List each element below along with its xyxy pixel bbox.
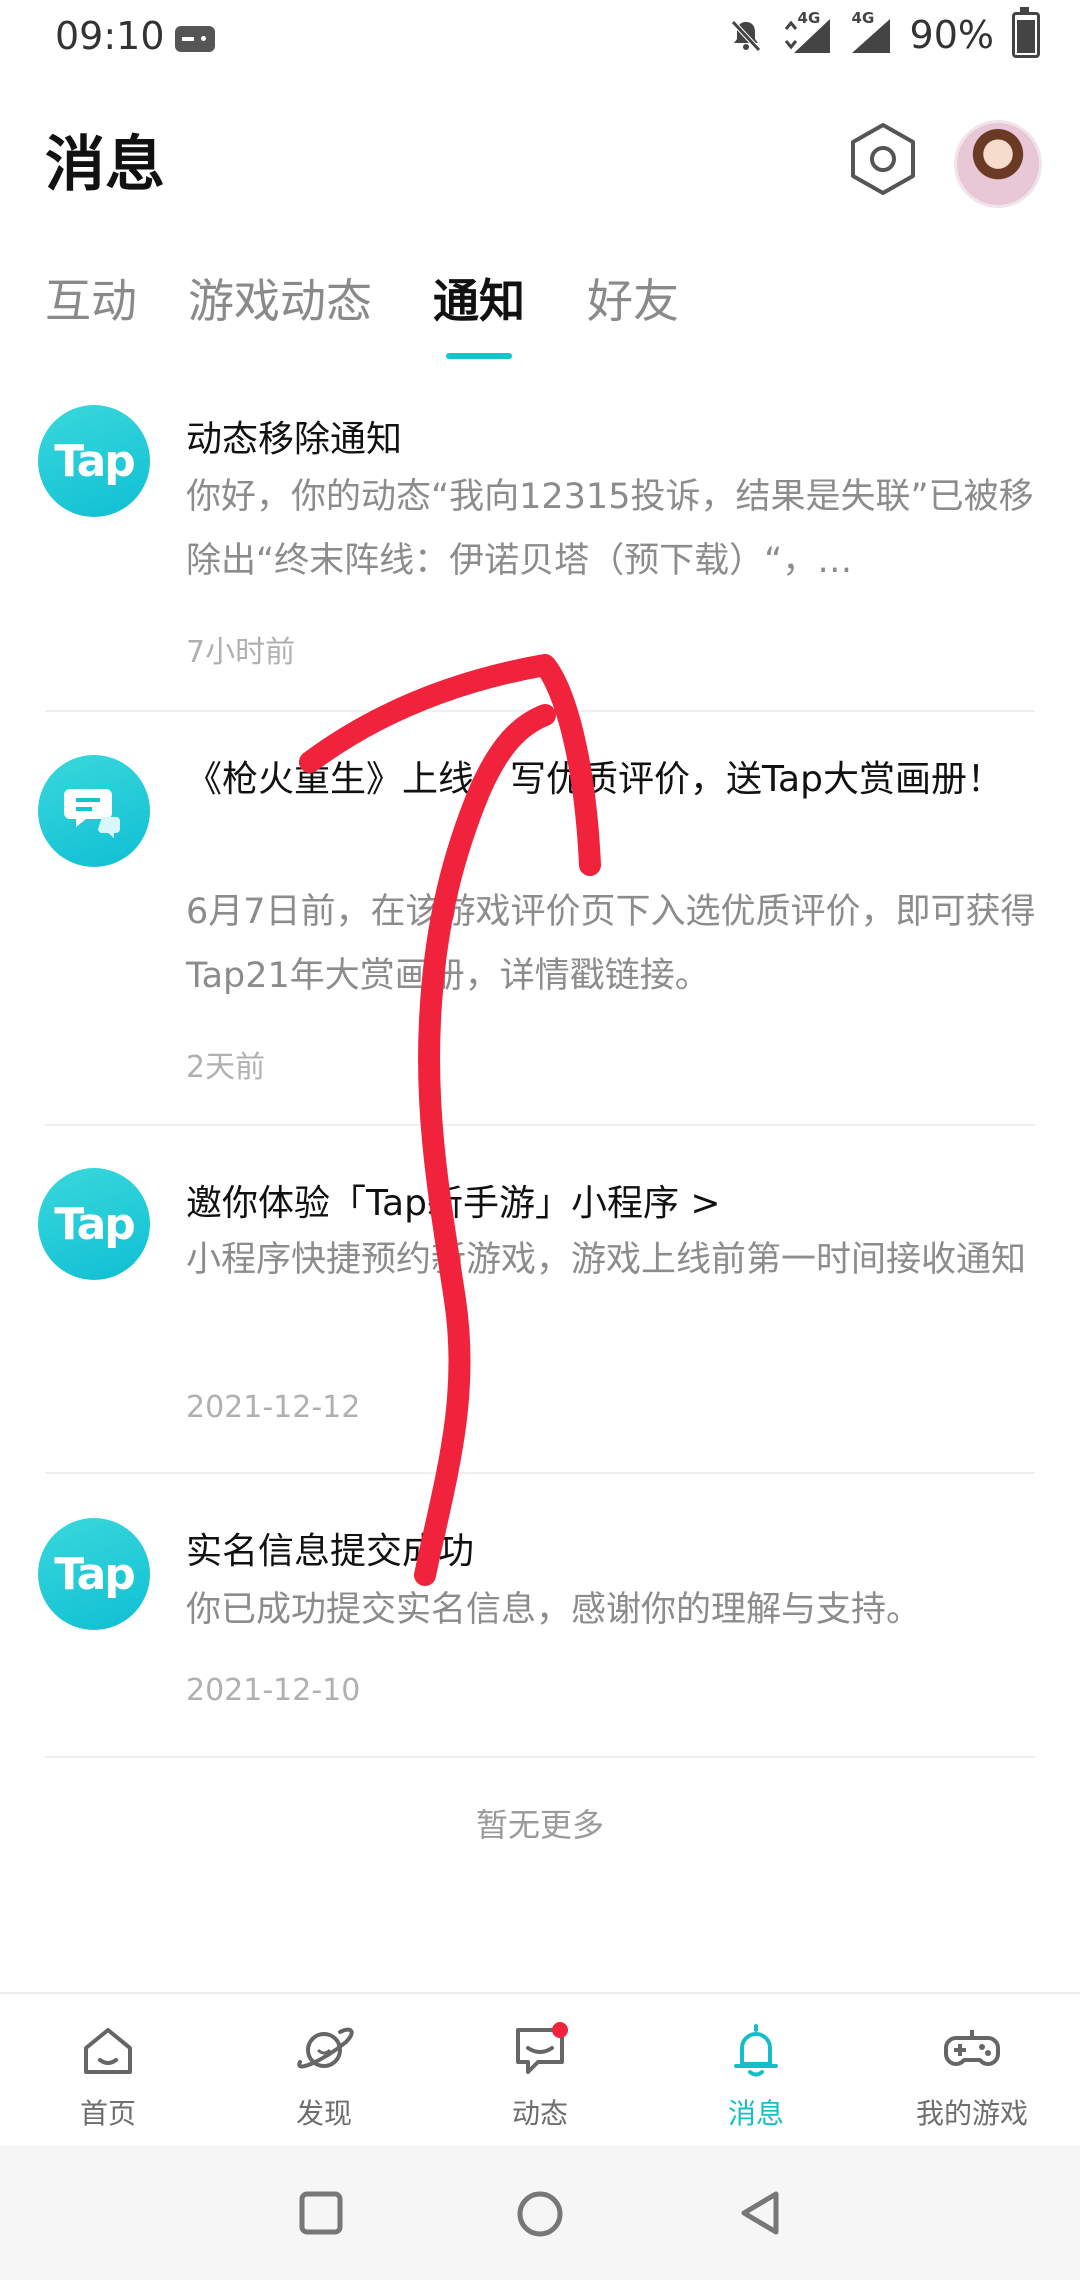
home-button[interactable] xyxy=(514,2188,566,2240)
nav-label: 消息 xyxy=(727,2097,784,2130)
divider xyxy=(45,710,1035,712)
network-type-1: 4G xyxy=(797,9,821,27)
avatar[interactable] xyxy=(954,120,1042,208)
notification-title: 动态移除通知 xyxy=(186,419,403,460)
network-type-2: 4G xyxy=(851,9,875,27)
page-title: 消息 xyxy=(45,130,165,200)
nav-feed[interactable]: 动态 xyxy=(432,1994,648,2146)
signal-icon-1: 4G xyxy=(782,9,832,55)
tab-interaction[interactable]: 互动 xyxy=(45,265,137,331)
bottom-nav: 首页 发现 动态 消息 我的游戏 xyxy=(0,1992,1080,2146)
home-icon xyxy=(84,2028,132,2074)
nav-label: 动态 xyxy=(511,2097,568,2130)
tab-friends[interactable]: 好友 xyxy=(587,265,679,331)
gamepad-status-icon xyxy=(175,26,215,52)
tab-game-news[interactable]: 游戏动态 xyxy=(188,265,372,331)
tap-logo-text: Tap xyxy=(54,1198,136,1250)
notification-time: 7小时前 xyxy=(186,635,296,670)
back-button[interactable] xyxy=(736,2188,786,2238)
recents-button[interactable] xyxy=(296,2188,346,2238)
header: 消息 xyxy=(0,110,1080,230)
tap-logo-icon: Tap xyxy=(38,1168,150,1280)
notification-time: 2021-12-10 xyxy=(186,1673,361,1708)
notification-title: 实名信息提交成功 xyxy=(186,1531,475,1572)
active-tab-indicator xyxy=(446,353,512,359)
tap-logo-icon: Tap xyxy=(38,405,150,517)
system-nav-bar xyxy=(0,2146,1080,2280)
nav-my-games[interactable]: 我的游戏 xyxy=(864,1994,1080,2146)
tap-logo-icon: Tap xyxy=(38,1518,150,1630)
divider xyxy=(45,1756,1035,1758)
settings-button[interactable] xyxy=(848,121,918,201)
notification-body: 6月7日前，在该游戏评价页下入选优质评价，即可获得Tap21年大赏画册，详情戳链… xyxy=(186,892,1036,996)
nav-messages[interactable]: 消息 xyxy=(648,1994,864,2146)
tap-logo-text: Tap xyxy=(54,1548,136,1600)
battery-icon xyxy=(1012,7,1040,58)
notification-title: 《枪火重生》上线，写优质评价，送Tap大赏画册！ xyxy=(186,759,1003,800)
notification-body: 小程序快捷预约新游戏，游戏上线前第一时间接收通知 xyxy=(186,1240,1027,1280)
nav-discover[interactable]: 发现 xyxy=(216,1994,432,2146)
nav-label: 首页 xyxy=(79,2097,136,2130)
gamepad-icon xyxy=(944,2030,1000,2066)
divider xyxy=(45,1124,1035,1126)
chat-bubble-icon xyxy=(38,755,150,867)
planet-icon xyxy=(297,2027,354,2069)
nav-home[interactable]: 首页 xyxy=(0,1994,216,2146)
status-bar: 09:10 4G 4G 90% xyxy=(0,0,1080,80)
nav-label: 发现 xyxy=(295,2097,352,2130)
notification-body: 你好，你的动态“我向12315投诉，结果是失联”已被移除出“终末阵线：伊诺贝塔（… xyxy=(186,477,1034,581)
status-indicators: 4G 4G 90% xyxy=(728,7,1040,58)
nav-label: 我的游戏 xyxy=(915,2097,1028,2130)
battery-percentage: 90% xyxy=(909,13,994,57)
status-time: 09:10 xyxy=(55,14,165,58)
notification-time: 2天前 xyxy=(186,1050,266,1085)
divider xyxy=(45,1472,1035,1474)
bell-muted-icon xyxy=(730,20,761,52)
settings-hexagon-icon xyxy=(851,123,915,195)
signal-icon-2: 4G xyxy=(850,9,892,55)
no-more-label: 暂无更多 xyxy=(475,1806,604,1844)
tap-logo-text: Tap xyxy=(54,435,136,487)
message-icon xyxy=(516,2022,568,2074)
notification-time: 2021-12-12 xyxy=(186,1390,361,1425)
notification-body: 你已成功提交实名信息，感谢你的理解与支持。 xyxy=(186,1590,922,1630)
tab-bar: 互动 游戏动态 通知 好友 xyxy=(0,265,1080,365)
bell-icon xyxy=(734,2024,778,2077)
notification-title: 邀你体验「Tap新手游」小程序 > xyxy=(186,1183,721,1224)
tab-notifications[interactable]: 通知 xyxy=(433,265,525,331)
